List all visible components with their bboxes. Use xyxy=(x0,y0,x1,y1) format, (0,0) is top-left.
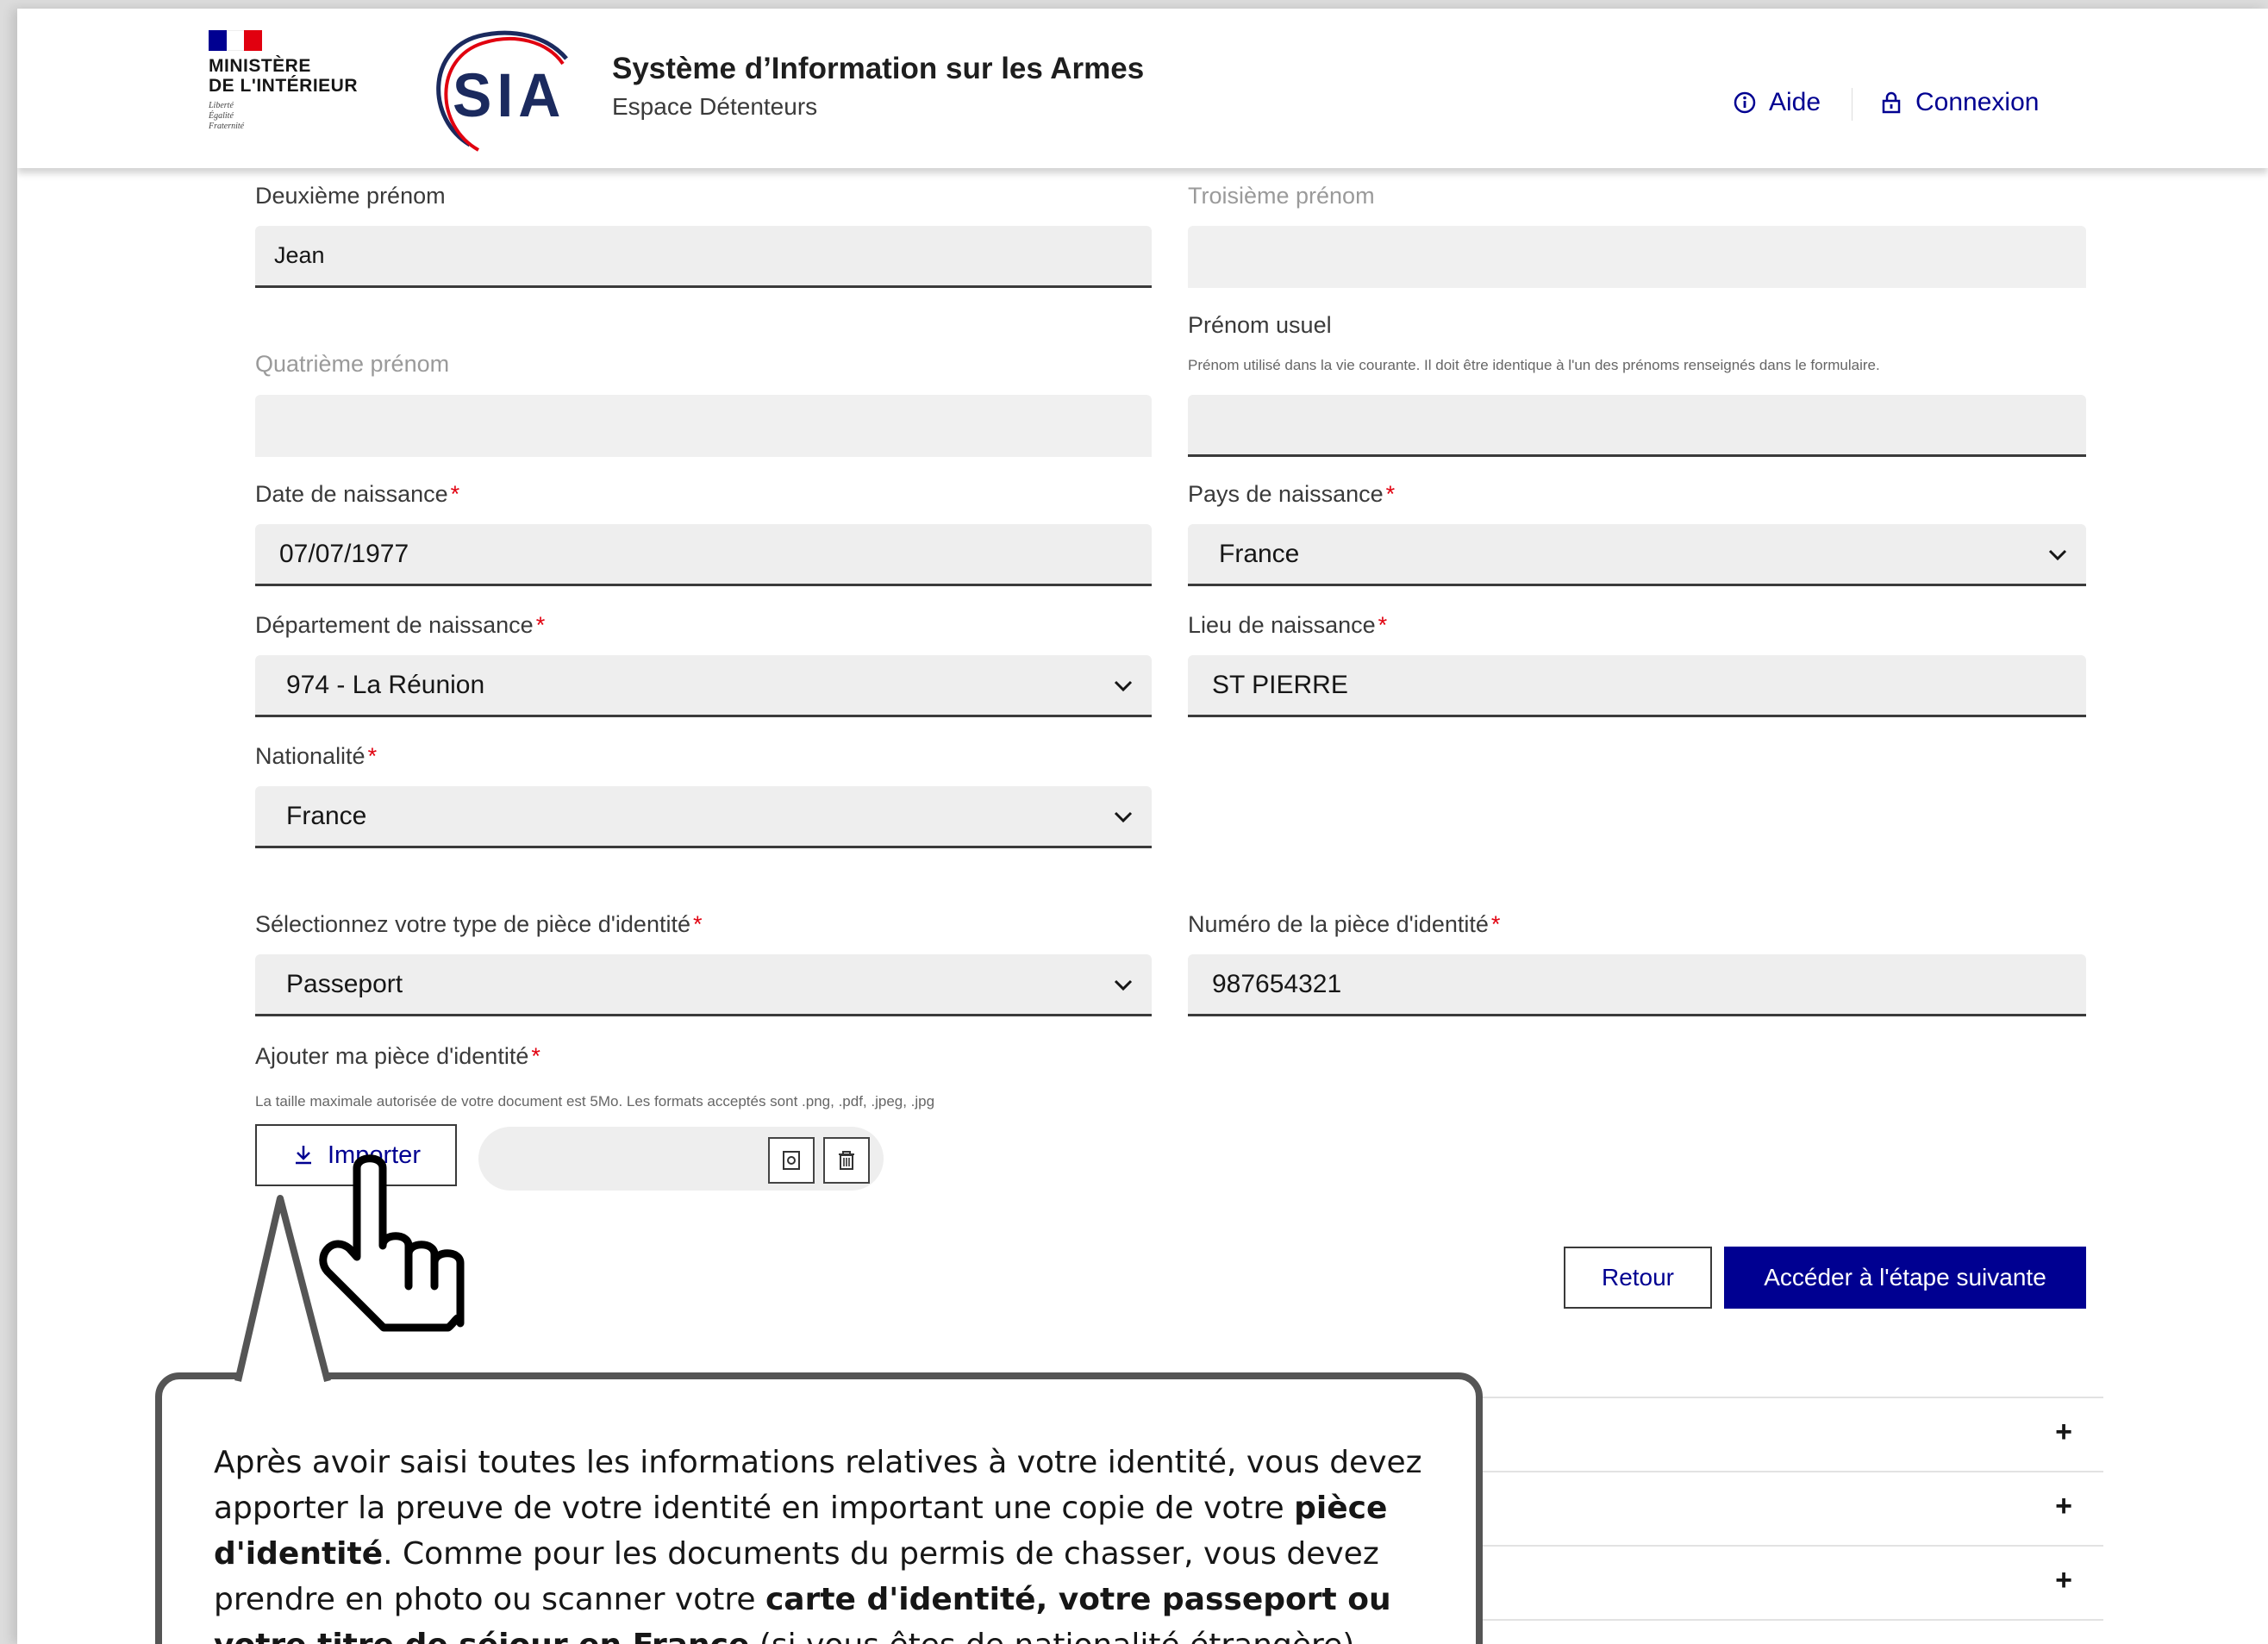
header-separator xyxy=(1852,88,1853,121)
id-number-input[interactable]: 987654321 xyxy=(1188,954,2086,1016)
accordion-item[interactable]: + xyxy=(1474,1545,2103,1619)
birth-department-select[interactable]: 974 - La Réunion xyxy=(255,655,1152,717)
required-mark: * xyxy=(535,612,546,638)
usual-name-hint: Prénom utilisé dans la vie courante. Il … xyxy=(1188,357,1880,373)
flag-red xyxy=(244,30,263,51)
birth-date-input[interactable]: 07/07/1977 xyxy=(255,524,1152,586)
import-button-label: Importer xyxy=(328,1141,421,1169)
nationality-label-text: Nationalité xyxy=(255,743,366,769)
accordion-item[interactable]: + xyxy=(1474,1471,2103,1545)
birth-department-value: 974 - La Réunion xyxy=(286,670,485,699)
required-mark: * xyxy=(1490,911,1501,937)
chevron-down-icon xyxy=(1114,680,1133,692)
help-link[interactable]: Aide xyxy=(1733,88,1821,117)
birth-country-select[interactable]: France xyxy=(1188,524,2086,586)
tutorial-text-part: (si vous êtes de nationalité étrangère). xyxy=(749,1628,1365,1644)
id-upload-label: Ajouter ma pièce d'identité * xyxy=(255,1043,1152,1070)
birth-place-label-text: Lieu de naissance xyxy=(1188,612,1376,638)
birth-country-label-text: Pays de naissance xyxy=(1188,481,1384,507)
required-mark: * xyxy=(450,481,460,507)
ministry-name: MINISTÈRE DE L'INTÉRIEUR xyxy=(209,56,359,96)
nationality-label: Nationalité * xyxy=(255,743,1152,770)
expand-icon: + xyxy=(2055,1564,2072,1597)
info-icon xyxy=(1734,91,1756,114)
view-file-button[interactable] xyxy=(768,1137,815,1184)
birth-country-label: Pays de naissance * xyxy=(1188,481,2086,508)
chevron-down-icon xyxy=(1114,811,1133,823)
app-title: Système d’Information sur les Armes xyxy=(612,52,1145,85)
import-button[interactable]: Importer xyxy=(255,1124,457,1186)
tutorial-text: Après avoir saisi toutes les information… xyxy=(214,1440,1438,1644)
id-type-label-text: Sélectionnez votre type de pièce d'ident… xyxy=(255,911,690,937)
birth-date-label: Date de naissance * xyxy=(255,481,1152,508)
ministry-motto: Liberté Égalité Fraternité xyxy=(209,101,245,131)
birth-date-value: 07/07/1977 xyxy=(279,539,409,568)
flag-white xyxy=(226,30,245,51)
nationality-value: France xyxy=(286,801,367,830)
help-label: Aide xyxy=(1769,88,1821,116)
birth-place-value: ST PIERRE xyxy=(1212,670,1348,699)
second-name-label: Deuxième prénom xyxy=(255,183,446,209)
accordion-item[interactable] xyxy=(1474,1619,2103,1644)
usual-name-label: Prénom usuel xyxy=(1188,312,1332,338)
birth-country-value: France xyxy=(1219,539,1300,568)
chevron-down-icon xyxy=(2048,549,2067,561)
login-label: Connexion xyxy=(1915,88,2040,116)
id-type-select[interactable]: Passeport xyxy=(255,954,1152,1016)
third-name-label: Troisième prénom xyxy=(1188,183,1375,209)
second-name-value: Jean xyxy=(274,242,325,268)
birth-place-label: Lieu de naissance * xyxy=(1188,612,2086,639)
tutorial-text-part: Après avoir saisi toutes les information… xyxy=(214,1445,1422,1526)
required-mark: * xyxy=(1378,612,1388,638)
login-link[interactable]: Connexion xyxy=(1879,88,2039,117)
site-header: MINISTÈRE DE L'INTÉRIEUR Liberté Égalité… xyxy=(17,9,2268,168)
expand-icon: + xyxy=(2055,1416,2072,1448)
id-upload-hint: La taille maximale autorisée de votre do… xyxy=(255,1093,935,1110)
id-number-label: Numéro de la pièce d'identité * xyxy=(1188,911,2086,938)
birth-place-input[interactable]: ST PIERRE xyxy=(1188,655,2086,717)
usual-name-input[interactable] xyxy=(1188,395,2086,457)
back-button[interactable]: Retour xyxy=(1564,1247,1712,1309)
required-mark: * xyxy=(367,743,378,769)
second-name-input[interactable]: Jean xyxy=(255,226,1152,288)
birth-department-label: Département de naissance * xyxy=(255,612,1152,639)
chevron-down-icon xyxy=(1114,979,1133,991)
accordion-item[interactable]: + xyxy=(1474,1397,2103,1471)
id-number-label-text: Numéro de la pièce d'identité xyxy=(1188,911,1489,937)
third-name-input[interactable] xyxy=(1188,226,2086,288)
tutorial-callout: Après avoir saisi toutes les information… xyxy=(155,1372,1483,1644)
delete-file-button[interactable] xyxy=(823,1137,870,1184)
id-type-value: Passeport xyxy=(286,969,403,998)
id-type-label: Sélectionnez votre type de pièce d'ident… xyxy=(255,911,1152,938)
required-mark: * xyxy=(531,1043,540,1069)
fourth-name-input[interactable] xyxy=(255,395,1152,457)
file-view-icon xyxy=(783,1151,800,1170)
nationality-select[interactable]: France xyxy=(255,786,1152,848)
page: MINISTÈRE DE L'INTÉRIEUR Liberté Égalité… xyxy=(17,9,2268,1644)
lock-icon xyxy=(1882,91,1901,114)
birth-department-label-text: Département de naissance xyxy=(255,612,534,638)
required-mark: * xyxy=(692,911,703,937)
fourth-name-label: Quatrième prénom xyxy=(255,351,450,377)
sia-logo-text: SIA xyxy=(453,61,566,130)
expand-icon: + xyxy=(2055,1490,2072,1522)
file-preview-bar xyxy=(478,1127,884,1191)
required-mark: * xyxy=(1385,481,1396,507)
id-number-value: 987654321 xyxy=(1212,969,1342,998)
id-upload-label-text: Ajouter ma pièce d'identité xyxy=(255,1043,529,1069)
french-flag-logo xyxy=(209,30,263,51)
app-subtitle: Espace Détenteurs xyxy=(612,93,818,120)
next-step-button[interactable]: Accéder à l'étape suivante xyxy=(1724,1247,2086,1309)
download-icon xyxy=(296,1146,311,1165)
flag-blue xyxy=(209,30,227,51)
birth-date-label-text: Date de naissance xyxy=(255,481,448,507)
trash-icon xyxy=(839,1151,854,1170)
